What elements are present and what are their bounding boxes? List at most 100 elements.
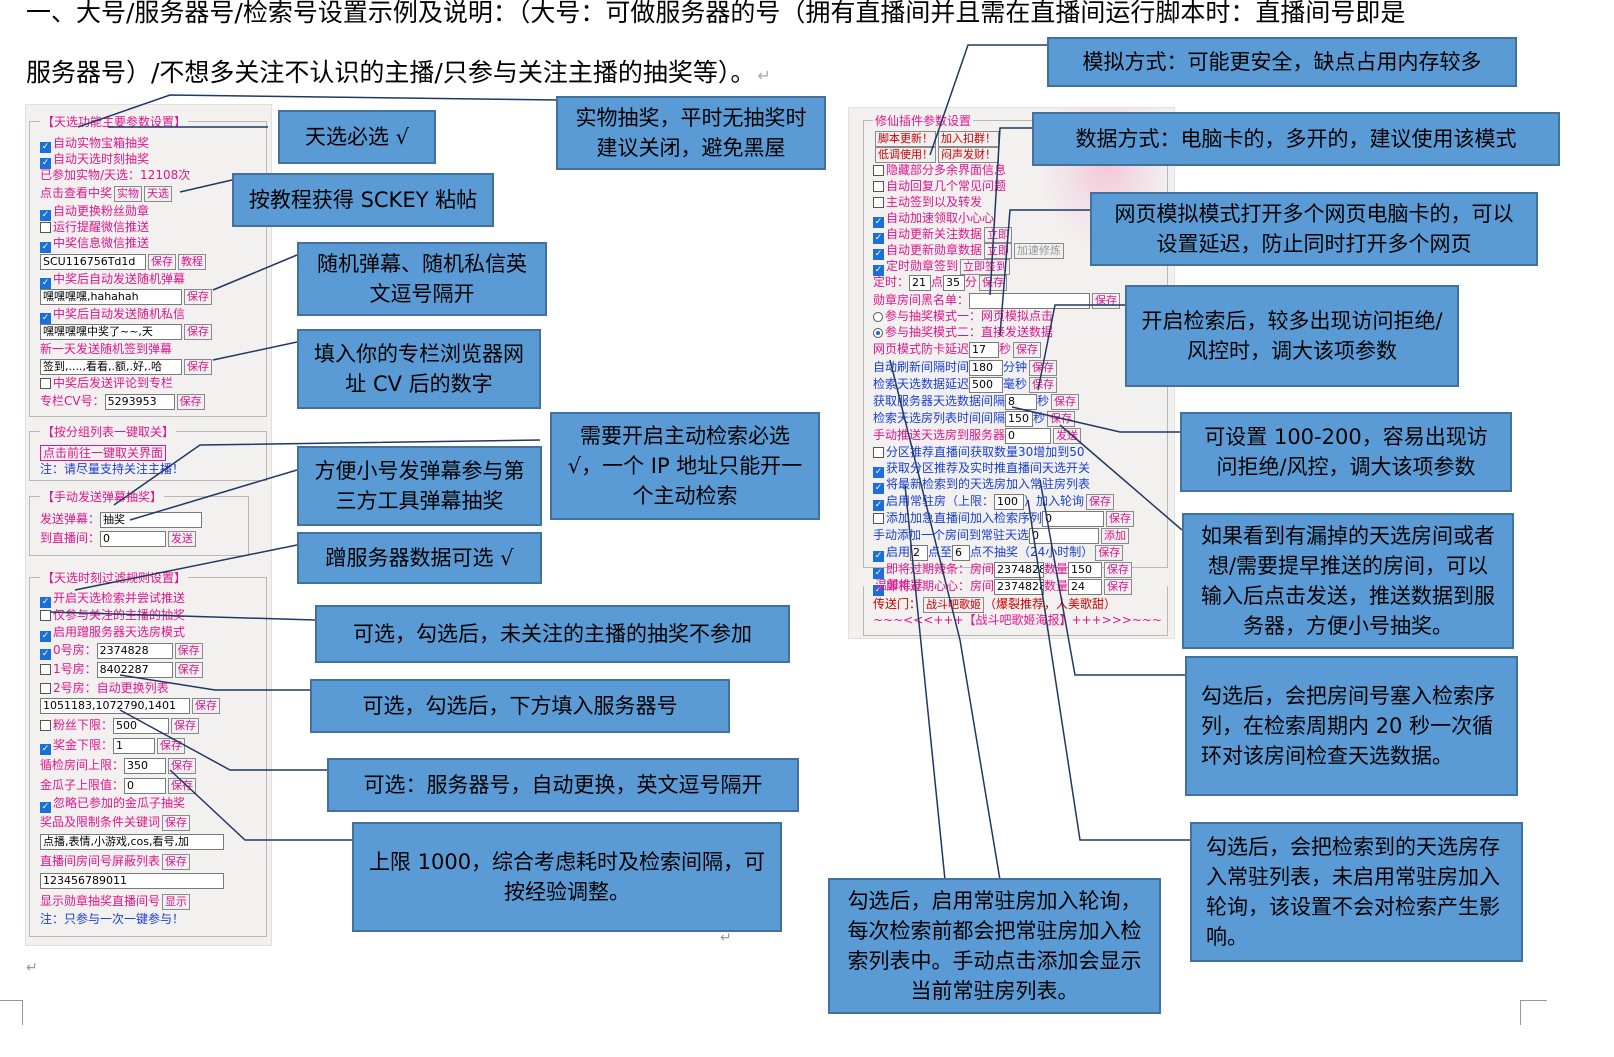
add-resident-save-button[interactable]: 保存 (1106, 510, 1135, 527)
checkbox-fans[interactable] (40, 720, 51, 731)
block-input[interactable]: 123456789011 (40, 872, 224, 889)
go-unfollow-link[interactable]: 点击前往一键取关界面 (40, 445, 167, 461)
pm-input[interactable]: 嘿嘿嘿嘿中奖了~~,天 (40, 323, 182, 340)
label-fetch-interval: 获取服务器天选数据间隔 (873, 394, 1006, 408)
callout-list-interval: 可设置 100-200，容易出现访问拒绝/风控，调大该项参数 (1180, 412, 1512, 492)
keyword-input[interactable]: 点播,表情,小游戏,cos,看号,加 (40, 833, 224, 850)
loop-save-button[interactable]: 保存 (168, 757, 197, 774)
enable-from-input[interactable]: 2 (910, 544, 929, 561)
use-resident-input[interactable]: 100 (994, 493, 1025, 510)
real-button[interactable]: 实物 (114, 185, 143, 202)
show-button[interactable]: 显示 (162, 893, 191, 910)
expire1-count-input[interactable]: 150 (1068, 561, 1103, 578)
low-profile-button[interactable]: 低调使用！ (875, 146, 936, 163)
rooms-save-button[interactable]: 保存 (192, 697, 220, 714)
paragraph-mark-icon: ↵ (720, 930, 732, 946)
list-interval-input[interactable]: 150 (1005, 410, 1034, 427)
send-danmu-button[interactable]: 发送 (168, 530, 197, 547)
danmu-input[interactable]: 嘿嘿嘿嘿,hahahah (40, 288, 182, 305)
sign-input[interactable]: 签到,....,看看,.额,.好,.哈 (40, 358, 182, 375)
join-group-button[interactable]: 加入扣群！ (938, 130, 999, 147)
poster-link[interactable]: ~~~<<<+++【战斗吧歌姬海报】+++>>>~~~ (873, 612, 1162, 628)
web-delay-input[interactable]: 17 (969, 341, 1000, 358)
script-update-button[interactable]: 脚本更新！ (875, 130, 936, 147)
speed-button[interactable]: 加速修炼 (1014, 242, 1065, 259)
label-auto-refresh: 自动刷新间隔时间 (873, 360, 970, 374)
checkbox-use-server[interactable]: ✓ (40, 631, 51, 642)
manual-add-input[interactable]: 0 (1029, 527, 1100, 544)
radio-mode2[interactable] (873, 328, 883, 338)
checkbox-run-wechat[interactable] (40, 222, 51, 233)
quiet-button[interactable]: 闷声发财！ (938, 146, 999, 163)
checkbox-win-wechat[interactable]: ✓ (40, 242, 51, 253)
checkbox-prize[interactable]: ✓ (40, 744, 51, 755)
manual-add-button[interactable]: 添加 (1101, 527, 1130, 544)
checkbox-add-resident[interactable] (873, 513, 884, 524)
checkbox-ignore-melon[interactable]: ✓ (40, 802, 51, 813)
callout-text: 需要开启主动检索必选√，一个 IP 地址只能开一个主动检索 (567, 424, 803, 508)
room1-save-button[interactable]: 保存 (174, 661, 203, 678)
checkbox-auto-share[interactable] (873, 197, 884, 208)
sckey-save-button[interactable]: 保存 (148, 253, 176, 270)
manual-push-input[interactable]: 0 (1005, 427, 1052, 444)
block-save-button[interactable]: 保存 (162, 853, 191, 870)
search-delay-save-button[interactable]: 保存 (1029, 376, 1058, 393)
blacklist-input[interactable] (969, 292, 1091, 309)
checkbox-only-followed[interactable] (40, 610, 51, 621)
sign-save-button[interactable]: 保存 (184, 358, 212, 375)
label-hide-ui: 隐藏部分多余界面信息 (886, 163, 1007, 177)
medal-now-button[interactable]: 立即 (984, 242, 1013, 259)
send-danmu-input[interactable]: 抽奖 (100, 511, 203, 528)
loop-input[interactable]: 350 (124, 757, 167, 774)
fans-input[interactable]: 500 (113, 717, 170, 734)
checkbox-hide-ui[interactable] (873, 165, 884, 176)
keyword-save-button[interactable]: 保存 (162, 814, 191, 831)
melon-save-button[interactable]: 保存 (168, 777, 197, 794)
sckey-input[interactable]: SCU116756Td1d (40, 253, 146, 270)
checkbox-auto-reply[interactable] (873, 181, 884, 192)
room1-input[interactable]: 8402287 (96, 661, 173, 678)
danmu-save-button[interactable]: 保存 (184, 288, 212, 305)
cv-input[interactable]: 5293953 (104, 393, 175, 410)
time-hour-input[interactable]: 21 (909, 274, 932, 291)
manual-push-button[interactable]: 发送 (1053, 427, 1082, 444)
sign-now-button[interactable]: 立即签到 (960, 258, 1011, 275)
checkbox-room2[interactable] (40, 683, 51, 694)
auto-refresh-save-button[interactable]: 保存 (1029, 359, 1058, 376)
update-now-button[interactable]: 立即 (984, 226, 1013, 243)
add-resident-input[interactable]: 0 (1042, 510, 1105, 527)
rooms-list-input[interactable]: 1051183,1072790,1401 (40, 697, 190, 714)
checkbox-room0[interactable]: ✓ (40, 649, 51, 660)
checkbox-win-comment[interactable] (40, 378, 51, 389)
portal-link[interactable]: 战斗吧歌姬 (923, 596, 985, 613)
expire1-room-input[interactable]: 2374828 (994, 561, 1045, 578)
checkbox-room1[interactable] (40, 664, 51, 675)
melon-input[interactable]: 0 (124, 777, 167, 794)
tutorial-button[interactable]: 教程 (178, 253, 206, 270)
use-resident-save-button[interactable]: 保存 (1086, 493, 1115, 510)
enable-to-input[interactable]: 6 (952, 544, 971, 561)
search-delay-input[interactable]: 500 (969, 376, 1004, 393)
time-minute-input[interactable]: 35 (943, 274, 966, 291)
fetch-interval-save-button[interactable]: 保存 (1051, 393, 1080, 410)
label-auto-refresh-unit: 分钟 (1003, 360, 1028, 374)
checkbox-partition[interactable] (873, 447, 884, 458)
pm-save-button[interactable]: 保存 (184, 323, 212, 340)
web-delay-save-button[interactable]: 保存 (1013, 341, 1042, 358)
time-save-button[interactable]: 保存 (979, 274, 1008, 291)
expire1-save-button[interactable]: 保存 (1104, 561, 1133, 578)
radio-mode1[interactable] (873, 312, 883, 322)
fetch-interval-input[interactable]: 8 (1005, 393, 1038, 410)
enable-save-button[interactable]: 保存 (1095, 544, 1124, 561)
prize-input[interactable]: 1 (113, 737, 156, 754)
auto-refresh-input[interactable]: 180 (969, 359, 1004, 376)
anchor-button[interactable]: 天选 (144, 185, 173, 202)
room0-save-button[interactable]: 保存 (174, 642, 203, 659)
list-interval-save-button[interactable]: 保存 (1047, 410, 1076, 427)
prize-save-button[interactable]: 保存 (157, 737, 186, 754)
fans-save-button[interactable]: 保存 (171, 717, 200, 734)
blacklist-save-button[interactable]: 保存 (1092, 292, 1121, 309)
cv-save-button[interactable]: 保存 (176, 393, 205, 410)
to-room-input[interactable]: 0 (100, 530, 167, 547)
room0-input[interactable]: 2374828 (96, 642, 173, 659)
